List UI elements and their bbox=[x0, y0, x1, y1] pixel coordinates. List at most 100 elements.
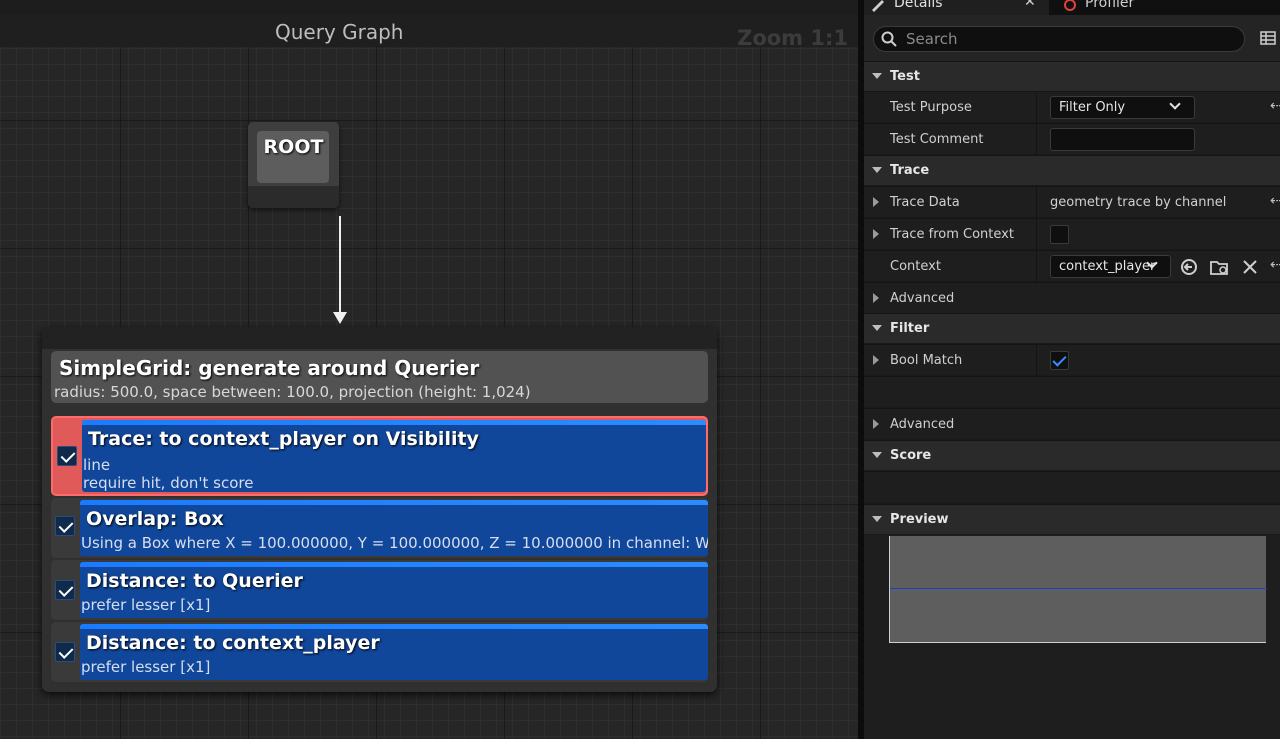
test-comment-field[interactable] bbox=[1050, 128, 1195, 151]
test-detail-line: require hit, don't score bbox=[83, 474, 254, 492]
preview-area bbox=[864, 535, 1280, 739]
test-body[interactable]: Distance: to Querier prefer lesser [x1] bbox=[80, 562, 708, 618]
test-enabled-checkbox[interactable] bbox=[55, 516, 75, 536]
collapse-arrow-icon bbox=[872, 325, 882, 331]
connection-wire bbox=[339, 216, 341, 314]
test-row-trace[interactable]: Trace: to context_player on Visibility l… bbox=[51, 416, 708, 496]
test-row-distance-querier[interactable]: Distance: to Querier prefer lesser [x1] bbox=[51, 560, 708, 620]
collapse-arrow-icon bbox=[872, 73, 882, 79]
test-detail-line: prefer lesser [x1] bbox=[81, 596, 211, 614]
use-selected-icon[interactable] bbox=[1180, 258, 1198, 276]
browse-folder-icon[interactable] bbox=[1210, 258, 1230, 276]
column-divider[interactable] bbox=[1036, 219, 1037, 250]
column-divider[interactable] bbox=[1036, 345, 1037, 376]
zoom-level: Zoom 1:1 bbox=[737, 26, 848, 50]
expand-arrow-icon[interactable] bbox=[873, 419, 879, 429]
context-dropdown[interactable]: context_player bbox=[1050, 255, 1171, 278]
tab-details-label: Details bbox=[894, 0, 943, 11]
bool-match-checkbox[interactable] bbox=[1050, 351, 1069, 370]
prop-test-comment: Test Comment bbox=[864, 123, 1280, 155]
empty-row bbox=[864, 376, 1280, 407]
collapse-arrow-icon bbox=[872, 516, 882, 522]
prop-trace-from-context: Trace from Context bbox=[864, 218, 1280, 250]
section-trace[interactable]: Trace bbox=[864, 155, 1280, 185]
test-detail-line: Using a Box where X = 100.000000, Y = 10… bbox=[81, 534, 708, 552]
prop-label: Bool Match bbox=[890, 353, 963, 368]
trace-data-value: geometry trace by channel bbox=[1050, 195, 1227, 210]
chevron-down-icon bbox=[1169, 98, 1181, 110]
reset-to-default-icon[interactable]: ⇠ bbox=[1270, 98, 1280, 114]
column-divider[interactable] bbox=[1036, 187, 1037, 218]
tab-bar: Details ✕ Profiler bbox=[864, 0, 1280, 15]
test-title: Distance: to context_player bbox=[86, 632, 380, 654]
test-detail-line: line bbox=[83, 456, 111, 474]
expand-arrow-icon[interactable] bbox=[873, 355, 879, 365]
section-label: Trace bbox=[890, 163, 930, 178]
profiler-icon bbox=[1064, 0, 1076, 11]
test-row-distance-context[interactable]: Distance: to context_player prefer lesse… bbox=[51, 622, 708, 682]
expand-arrow-icon[interactable] bbox=[873, 197, 879, 207]
prop-label: Context bbox=[890, 259, 941, 274]
prop-test-purpose: Test Purpose Filter Only ⇠ bbox=[864, 91, 1280, 123]
expand-arrow-icon[interactable] bbox=[873, 229, 879, 239]
prop-label: Trace Data bbox=[890, 195, 960, 210]
query-graph-canvas[interactable]: Query Graph Zoom 1:1 ROOT SimpleGrid: ge… bbox=[0, 0, 858, 739]
test-title: Overlap: Box bbox=[86, 508, 224, 530]
generator-node[interactable]: SimpleGrid: generate around Querier radi… bbox=[42, 327, 717, 692]
test-body[interactable]: Overlap: Box Using a Box where X = 100.0… bbox=[80, 500, 708, 556]
prop-advanced-filter[interactable]: Advanced bbox=[864, 408, 1280, 439]
tab-profiler[interactable]: Profiler bbox=[1052, 0, 1252, 15]
close-tab-icon[interactable]: ✕ bbox=[1024, 0, 1036, 10]
section-label: Filter bbox=[890, 321, 930, 336]
table-view-icon[interactable] bbox=[1260, 30, 1276, 46]
test-body[interactable]: Trace: to context_player on Visibility l… bbox=[82, 420, 706, 492]
generator-subtitle: radius: 500.0, space between: 100.0, pro… bbox=[54, 383, 531, 401]
tab-details[interactable]: Details ✕ bbox=[864, 0, 1049, 15]
generator-input-pin[interactable] bbox=[42, 327, 717, 349]
collapse-arrow-icon bbox=[872, 452, 882, 458]
section-score[interactable]: Score bbox=[864, 440, 1280, 470]
search-input[interactable]: Search bbox=[873, 26, 1245, 52]
wire-arrow-icon bbox=[333, 312, 347, 324]
test-purpose-dropdown[interactable]: Filter Only bbox=[1050, 96, 1195, 119]
section-label: Score bbox=[890, 448, 932, 463]
tab-profiler-label: Profiler bbox=[1085, 0, 1135, 11]
column-divider[interactable] bbox=[1036, 92, 1037, 123]
prop-trace-data: Trace Data geometry trace by channel ⇠ bbox=[864, 186, 1280, 218]
empty-row bbox=[864, 471, 1280, 502]
section-filter[interactable]: Filter bbox=[864, 313, 1280, 343]
search-bar: Search bbox=[864, 15, 1280, 61]
clear-icon[interactable] bbox=[1242, 259, 1258, 275]
generator-header: SimpleGrid: generate around Querier radi… bbox=[51, 351, 708, 403]
expand-arrow-icon[interactable] bbox=[873, 293, 879, 303]
prop-label: Advanced bbox=[890, 291, 955, 306]
test-enabled-checkbox[interactable] bbox=[57, 446, 77, 466]
details-pencil-icon bbox=[872, 0, 884, 12]
section-test[interactable]: Test bbox=[864, 61, 1280, 91]
column-divider[interactable] bbox=[1036, 124, 1037, 155]
trace-from-context-checkbox[interactable] bbox=[1050, 225, 1069, 244]
prop-advanced-trace[interactable]: Advanced bbox=[864, 282, 1280, 313]
test-row-overlap[interactable]: Overlap: Box Using a Box where X = 100.0… bbox=[51, 498, 708, 558]
reset-to-default-icon[interactable]: ⇠ bbox=[1270, 193, 1280, 209]
collapse-arrow-icon bbox=[872, 167, 882, 173]
prop-context: Context context_player ⇠ bbox=[864, 250, 1280, 282]
section-preview[interactable]: Preview bbox=[864, 504, 1280, 534]
test-enabled-checkbox[interactable] bbox=[55, 642, 75, 662]
prop-label: Test Purpose bbox=[890, 100, 972, 115]
reset-to-default-icon[interactable]: ⇠ bbox=[1270, 257, 1280, 273]
dropdown-value: Filter Only bbox=[1059, 100, 1126, 115]
section-label: Test bbox=[890, 69, 920, 84]
generator-title: SimpleGrid: generate around Querier bbox=[59, 356, 480, 380]
test-body[interactable]: Distance: to context_player prefer lesse… bbox=[80, 624, 708, 680]
test-title: Distance: to Querier bbox=[86, 570, 303, 592]
test-enabled-checkbox[interactable] bbox=[55, 580, 75, 600]
column-divider[interactable] bbox=[1036, 251, 1037, 282]
prop-label: Advanced bbox=[890, 417, 955, 432]
prop-label: Test Comment bbox=[890, 132, 984, 147]
graph-top-strip bbox=[0, 0, 858, 14]
root-node-label: ROOT bbox=[263, 136, 324, 158]
root-node[interactable]: ROOT bbox=[248, 122, 339, 208]
dropdown-value: context_player bbox=[1059, 259, 1156, 274]
root-output-pin[interactable] bbox=[248, 186, 339, 208]
